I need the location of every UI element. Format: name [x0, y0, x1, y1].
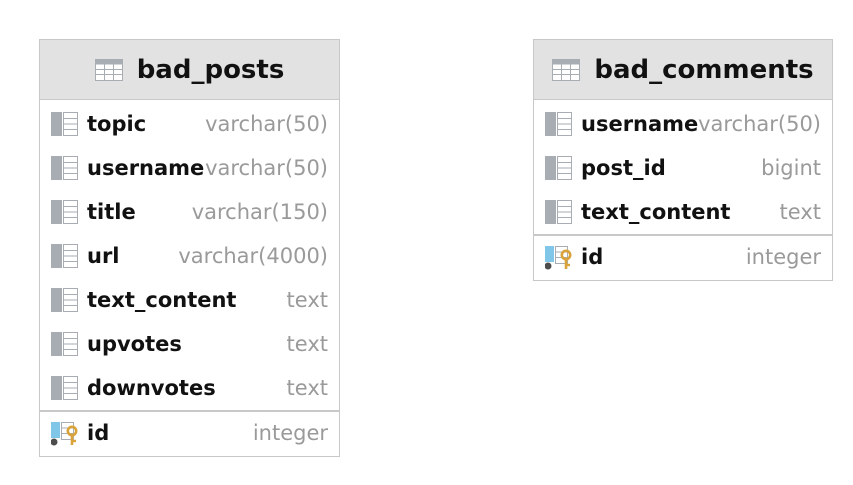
column-name: text_content — [581, 200, 731, 224]
table-bad-posts[interactable]: bad_posts topic varchar(50) username var… — [39, 39, 340, 457]
column-name: username — [87, 156, 205, 180]
column-icon — [545, 200, 572, 224]
table-name: bad_comments — [594, 54, 814, 85]
column-row[interactable]: post_id bigint — [534, 146, 832, 190]
column-list: username varchar(50) post_id bigint text… — [534, 100, 832, 234]
column-icon — [51, 244, 78, 268]
column-type: text — [286, 332, 328, 356]
table-icon — [94, 58, 123, 81]
column-name: text_content — [87, 288, 237, 312]
primary-key-row[interactable]: id integer — [40, 410, 339, 454]
column-list: topic varchar(50) username varchar(50) t… — [40, 100, 339, 410]
column-row[interactable]: upvotes text — [40, 322, 339, 366]
column-icon — [51, 112, 78, 136]
table-header[interactable]: bad_posts — [40, 40, 339, 100]
column-name: id — [87, 421, 110, 445]
column-name: upvotes — [87, 332, 182, 356]
column-name: id — [581, 245, 604, 269]
column-name: username — [581, 112, 699, 136]
column-icon — [51, 288, 78, 312]
column-row[interactable]: text_content text — [40, 278, 339, 322]
table-icon — [552, 58, 581, 81]
column-row[interactable]: topic varchar(50) — [40, 102, 339, 146]
column-type: text — [779, 200, 821, 224]
column-name: url — [87, 244, 120, 268]
column-icon — [51, 332, 78, 356]
column-name: title — [87, 200, 136, 224]
primary-key-icon — [545, 246, 572, 270]
column-name: downvotes — [87, 376, 216, 400]
column-row[interactable]: downvotes text — [40, 366, 339, 410]
primary-key-row[interactable]: id integer — [534, 234, 832, 278]
column-icon — [545, 156, 572, 180]
column-icon — [51, 200, 78, 224]
column-row[interactable]: text_content text — [534, 190, 832, 234]
column-type: integer — [252, 421, 328, 445]
column-icon — [51, 376, 78, 400]
column-row[interactable]: username varchar(50) — [534, 102, 832, 146]
table-name: bad_posts — [136, 54, 285, 85]
column-type: text — [286, 288, 328, 312]
column-row[interactable]: title varchar(150) — [40, 190, 339, 234]
column-type: integer — [745, 245, 821, 269]
table-header[interactable]: bad_comments — [534, 40, 832, 100]
column-name: topic — [87, 112, 147, 136]
column-row[interactable]: username varchar(50) — [40, 146, 339, 190]
column-name: post_id — [581, 156, 666, 180]
column-type: varchar(50) — [205, 112, 328, 136]
column-type: text — [286, 376, 328, 400]
column-type: bigint — [761, 156, 821, 180]
column-icon — [51, 156, 78, 180]
column-type: varchar(4000) — [178, 244, 328, 268]
diagram-canvas: bad_posts topic varchar(50) username var… — [0, 0, 853, 485]
table-bad-comments[interactable]: bad_comments username varchar(50) post_i… — [533, 39, 833, 281]
primary-key-icon — [51, 422, 78, 446]
column-type: varchar(150) — [191, 200, 328, 224]
column-type: varchar(50) — [698, 112, 821, 136]
column-icon — [545, 112, 572, 136]
column-type: varchar(50) — [205, 156, 328, 180]
column-row[interactable]: url varchar(4000) — [40, 234, 339, 278]
